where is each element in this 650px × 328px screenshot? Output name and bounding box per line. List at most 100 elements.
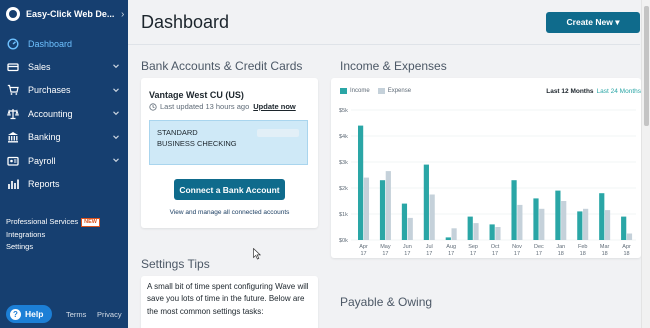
income-bar	[533, 198, 539, 240]
income-swatch	[340, 88, 347, 94]
help-label: Help	[25, 309, 44, 319]
sidebar-item-label: Accounting	[28, 108, 73, 119]
income-bar	[423, 164, 429, 240]
chevron-down-icon	[112, 109, 120, 117]
x-tick-label: Nov	[512, 244, 522, 250]
x-tick-label: 17	[404, 251, 410, 257]
page-scrollbar[interactable]	[641, 0, 650, 328]
account-balance-blurred	[257, 129, 299, 137]
period-selector: Last 12 Months Last 24 Months	[546, 88, 641, 95]
x-tick-label: Jan	[556, 244, 565, 250]
x-tick-label: Oct	[491, 244, 500, 250]
privacy-link[interactable]: Privacy	[97, 310, 122, 319]
income-bar	[599, 193, 605, 240]
scale-icon	[7, 108, 19, 120]
bank-account-item[interactable]: STANDARD BUSINESS CHECKING	[149, 120, 308, 165]
y-tick-label: $1k	[339, 212, 348, 218]
x-tick-label: Apr	[622, 244, 631, 250]
settings-tips-card: A small bit of time spent configuring Wa…	[141, 276, 318, 328]
sidebar-item-banking[interactable]: Banking	[0, 126, 128, 149]
x-tick-label: 17	[448, 251, 454, 257]
x-tick-label: Aug	[446, 244, 456, 250]
expense-bar	[539, 208, 545, 240]
update-now-link[interactable]: Update now	[253, 102, 296, 111]
sidebar-item-reports[interactable]: Reports	[0, 172, 128, 195]
x-tick-label: 17	[514, 251, 520, 257]
help-button[interactable]: ? Help	[6, 305, 52, 323]
x-tick-label: 17	[492, 251, 498, 257]
expense-bar	[429, 194, 435, 240]
legend-income-label: Income	[350, 88, 370, 94]
bank-updated-row: Last updated 13 hours ago Update now	[149, 102, 296, 111]
sidebar-item-payroll[interactable]: Payroll	[0, 149, 128, 172]
sidebar-item-dashboard[interactable]: Dashboard	[0, 32, 128, 55]
income-bar	[358, 125, 364, 240]
integrations-link[interactable]: Integrations	[6, 229, 100, 242]
income-expenses-chart: $0k$1k$2k$3k$4k$5kApr17May17Jun17Jul17Au…	[339, 108, 636, 257]
scrollbar-thumb[interactable]	[644, 6, 649, 126]
expense-bar	[473, 223, 479, 240]
business-switcher[interactable]: Easy-Click Web De... ›	[0, 0, 128, 28]
legend-income: Income	[340, 88, 370, 94]
x-tick-label: 17	[426, 251, 432, 257]
connect-bank-account-button[interactable]: Connect a Bank Account	[174, 179, 285, 200]
income-bar	[401, 203, 408, 240]
expense-bar	[385, 171, 391, 240]
income-bar	[379, 180, 386, 240]
y-tick-label: $0k	[339, 238, 348, 244]
period-last-12-months[interactable]: Last 12 Months	[546, 88, 593, 95]
professional-services-link[interactable]: Professional Services NEW	[6, 216, 100, 229]
x-tick-label: Apr	[359, 244, 368, 250]
x-tick-label: Sep	[468, 244, 478, 250]
sidebar-item-label: Payroll	[28, 155, 56, 166]
x-tick-label: 18	[602, 251, 608, 257]
new-badge: NEW	[81, 218, 100, 227]
dashboard-icon	[7, 38, 19, 50]
chevron-right-icon: ›	[121, 8, 125, 20]
income-expenses-heading: Income & Expenses	[340, 59, 447, 73]
y-tick-label: $4k	[339, 134, 348, 140]
mouse-cursor-icon	[253, 248, 261, 260]
chevron-down-icon	[112, 86, 120, 94]
bank-accounts-heading: Bank Accounts & Credit Cards	[141, 59, 303, 73]
page-title: Dashboard	[141, 12, 230, 32]
sidebar-item-label: Banking	[28, 132, 61, 143]
period-last-24-months[interactable]: Last 24 Months	[597, 88, 641, 95]
chevron-down-icon	[112, 156, 120, 164]
account-name: STANDARD BUSINESS CHECKING	[157, 128, 237, 148]
view-connected-accounts-link[interactable]: View and manage all connected accounts	[141, 209, 318, 216]
income-bar	[577, 211, 583, 240]
x-tick-label: Jul	[426, 244, 433, 250]
reports-icon	[7, 178, 19, 190]
sidebar-item-accounting[interactable]: Accounting	[0, 102, 128, 125]
sidebar-item-label: Sales	[28, 62, 51, 73]
sidebar-item-purchases[interactable]: Purchases	[0, 79, 128, 102]
sidebar-item-sales[interactable]: Sales	[0, 55, 128, 78]
chart-legend: Income Expense	[340, 88, 419, 94]
income-bar	[511, 180, 517, 240]
expense-bar	[517, 204, 523, 240]
income-bar	[621, 216, 627, 240]
x-tick-label: 18	[580, 251, 586, 257]
expense-swatch	[377, 88, 385, 94]
terms-link[interactable]: Terms	[66, 310, 86, 319]
sidebar-nav: Dashboard Sales Purchases Accounting Banking…	[0, 32, 128, 196]
cart-icon	[7, 84, 19, 96]
settings-link[interactable]: Settings	[6, 241, 100, 254]
x-tick-label: 17	[360, 251, 366, 257]
expense-bar	[604, 210, 611, 240]
chevron-down-icon	[112, 62, 120, 70]
x-tick-label: 17	[536, 251, 542, 257]
legend-expense-label: Expense	[387, 88, 412, 94]
y-tick-label: $5k	[339, 108, 348, 114]
create-new-button[interactable]: Create New ▾	[546, 12, 640, 33]
payroll-icon	[7, 155, 19, 167]
sidebar-item-label: Reports	[28, 179, 60, 190]
sidebar: Easy-Click Web De... › Dashboard Sales Pur…	[0, 0, 128, 328]
expense-bar	[495, 227, 501, 240]
income-expenses-card: $0k $1k $2k $3k $4k $5k Apr 17 May 17 Jun 17 Jul 17 Au…	[331, 78, 641, 258]
bank-accounts-card: Vantage West CU (US) Last updated 13 hou…	[141, 78, 318, 228]
expense-bar	[626, 233, 633, 240]
sidebar-item-label: Purchases	[28, 85, 71, 96]
x-tick-label: 18	[558, 251, 564, 257]
